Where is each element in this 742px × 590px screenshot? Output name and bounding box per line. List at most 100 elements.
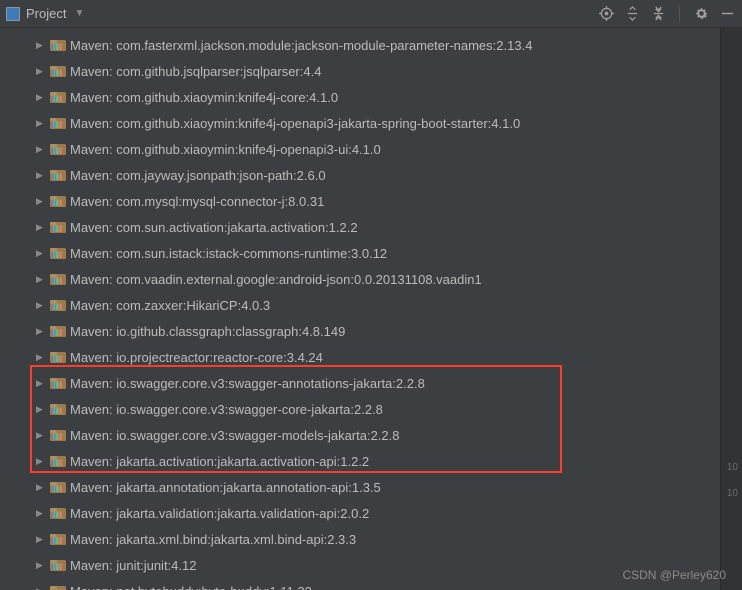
chevron-right-icon[interactable]: ▶ [36,92,46,103]
toolbar: Project ▼ [0,0,742,28]
chevron-right-icon[interactable]: ▶ [36,170,46,181]
library-folder-icon [50,480,66,494]
library-folder-icon [50,116,66,130]
library-folder-icon [50,298,66,312]
chevron-right-icon[interactable]: ▶ [36,430,46,441]
library-label: Maven: jakarta.annotation:jakarta.annota… [70,480,381,495]
library-label: Maven: jakarta.activation:jakarta.activa… [70,454,369,469]
tree-row[interactable]: ▶ Maven: io.projectreactor:reactor-core:… [0,344,742,370]
library-label: Maven: com.vaadin.external.google:androi… [70,272,482,287]
library-folder-icon [50,246,66,260]
chevron-right-icon[interactable]: ▶ [36,326,46,337]
tree-row[interactable]: ▶ Maven: jakarta.xml.bind:jakarta.xml.bi… [0,526,742,552]
library-folder-icon [50,194,66,208]
library-label: Maven: com.github.xiaoymin:knife4j-opena… [70,142,381,157]
library-label: Maven: com.sun.activation:jakarta.activa… [70,220,358,235]
library-folder-icon [50,402,66,416]
tree-row[interactable]: ▶ Maven: com.mysql:mysql-connector-j:8.0… [0,188,742,214]
chevron-right-icon[interactable]: ▶ [36,40,46,51]
library-folder-icon [50,142,66,156]
library-label: Maven: com.github.xiaoymin:knife4j-core:… [70,90,338,105]
library-folder-icon [50,90,66,104]
library-folder-icon [50,220,66,234]
chevron-right-icon[interactable]: ▶ [36,352,46,363]
chevron-right-icon[interactable]: ▶ [36,586,46,590]
library-folder-icon [50,38,66,52]
locate-icon[interactable] [597,5,615,23]
library-folder-icon [50,532,66,546]
chevron-right-icon[interactable]: ▶ [36,378,46,389]
tree-row[interactable]: ▶ Maven: com.fasterxml.jackson.module:ja… [0,32,742,58]
library-folder-icon [50,584,66,590]
library-folder-icon [50,64,66,78]
chevron-right-icon[interactable]: ▶ [36,560,46,571]
tree-row[interactable]: ▶ Maven: com.github.xiaoymin:knife4j-ope… [0,136,742,162]
dropdown-arrow-icon[interactable]: ▼ [74,8,84,19]
library-label: Maven: io.swagger.core.v3:swagger-core-j… [70,402,383,417]
gutter-marker: 10 [727,488,738,499]
tree-row[interactable]: ▶ Maven: jakarta.annotation:jakarta.anno… [0,474,742,500]
tree-row[interactable]: ▶ Maven: com.sun.istack:istack-commons-r… [0,240,742,266]
library-folder-icon [50,168,66,182]
chevron-right-icon[interactable]: ▶ [36,66,46,77]
expand-all-icon[interactable] [623,5,641,23]
library-label: Maven: io.projectreactor:reactor-core:3.… [70,350,323,365]
tree-row[interactable]: ▶ Maven: io.swagger.core.v3:swagger-mode… [0,422,742,448]
toolbar-right [597,5,736,23]
chevron-right-icon[interactable]: ▶ [36,222,46,233]
chevron-right-icon[interactable]: ▶ [36,118,46,129]
library-label: Maven: net.bytebuddy:byte-buddy:1.11.22 [70,584,312,590]
library-label: Maven: com.sun.istack:istack-commons-run… [70,246,387,261]
library-label: Maven: com.jayway.jsonpath:json-path:2.6… [70,168,326,183]
library-folder-icon [50,350,66,364]
tree-row[interactable]: ▶ Maven: com.github.jsqlparser:jsqlparse… [0,58,742,84]
tree-row[interactable]: ▶ Maven: com.github.xiaoymin:knife4j-cor… [0,84,742,110]
tree-row[interactable]: ▶ Maven: jakarta.activation:jakarta.acti… [0,448,742,474]
library-label: Maven: com.github.xiaoymin:knife4j-opena… [70,116,520,131]
view-title[interactable]: Project [26,6,66,21]
chevron-right-icon[interactable]: ▶ [36,144,46,155]
chevron-right-icon[interactable]: ▶ [36,248,46,259]
gear-icon[interactable] [692,5,710,23]
gutter: 10 10 [720,28,742,590]
tree-row[interactable]: ▶ Maven: com.vaadin.external.google:andr… [0,266,742,292]
tree-row[interactable]: ▶ Maven: com.github.xiaoymin:knife4j-ope… [0,110,742,136]
library-folder-icon [50,558,66,572]
tree-row[interactable]: ▶ Maven: io.github.classgraph:classgraph… [0,318,742,344]
chevron-right-icon[interactable]: ▶ [36,482,46,493]
library-folder-icon [50,376,66,390]
chevron-right-icon[interactable]: ▶ [36,196,46,207]
tree-row[interactable]: ▶ Maven: com.jayway.jsonpath:json-path:2… [0,162,742,188]
tree-row[interactable]: ▶ Maven: io.swagger.core.v3:swagger-anno… [0,370,742,396]
toolbar-separator [679,6,680,22]
tree-row[interactable]: ▶ Maven: io.swagger.core.v3:swagger-core… [0,396,742,422]
library-label: Maven: jakarta.validation:jakarta.valida… [70,506,369,521]
chevron-right-icon[interactable]: ▶ [36,456,46,467]
maven-dependencies-tree: ▶ Maven: com.fasterxml.jackson.module:ja… [0,32,742,590]
chevron-right-icon[interactable]: ▶ [36,404,46,415]
chevron-right-icon[interactable]: ▶ [36,534,46,545]
library-label: Maven: io.swagger.core.v3:swagger-models… [70,428,400,443]
chevron-right-icon[interactable]: ▶ [36,300,46,311]
project-icon [6,7,20,21]
tree-row[interactable]: ▶ Maven: net.bytebuddy:byte-buddy:1.11.2… [0,578,742,590]
library-label: Maven: com.mysql:mysql-connector-j:8.0.3… [70,194,324,209]
library-label: Maven: com.github.jsqlparser:jsqlparser:… [70,64,321,79]
hide-icon[interactable] [718,5,736,23]
library-folder-icon [50,272,66,286]
tree-row[interactable]: ▶ Maven: com.sun.activation:jakarta.acti… [0,214,742,240]
collapse-all-icon[interactable] [649,5,667,23]
library-folder-icon [50,428,66,442]
library-label: Maven: io.swagger.core.v3:swagger-annota… [70,376,425,391]
tree-row[interactable]: ▶ Maven: com.zaxxer:HikariCP:4.0.3 [0,292,742,318]
library-label: Maven: io.github.classgraph:classgraph:4… [70,324,345,339]
library-folder-icon [50,454,66,468]
library-label: Maven: com.fasterxml.jackson.module:jack… [70,38,532,53]
tree-container: ▶ Maven: com.fasterxml.jackson.module:ja… [0,28,742,590]
tree-row[interactable]: ▶ Maven: jakarta.validation:jakarta.vali… [0,500,742,526]
tree-row[interactable]: ▶ Maven: junit:junit:4.12 [0,552,742,578]
toolbar-left: Project ▼ [6,6,597,21]
chevron-right-icon[interactable]: ▶ [36,274,46,285]
chevron-right-icon[interactable]: ▶ [36,508,46,519]
library-label: Maven: jakarta.xml.bind:jakarta.xml.bind… [70,532,356,547]
